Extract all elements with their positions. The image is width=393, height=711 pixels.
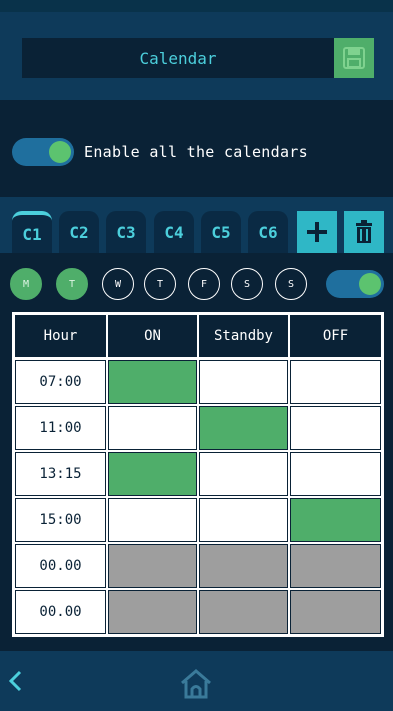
slot-off[interactable] [290,406,381,450]
slot-off[interactable] [290,544,381,588]
slot-standby[interactable] [199,498,288,542]
save-button[interactable] [334,38,374,78]
day-saturday[interactable]: S [231,268,263,300]
slot-on[interactable] [108,544,197,588]
hour-cell[interactable]: 15:00 [15,498,106,542]
status-strip [0,0,393,12]
column-header-hour: Hour [15,315,106,357]
slot-on[interactable] [108,590,197,634]
slot-off[interactable] [290,498,381,542]
trash-icon [356,220,372,243]
hour-cell[interactable]: 11:00 [15,406,106,450]
floppy-disk-icon [343,47,365,69]
day-sunday[interactable]: S [275,268,307,300]
enable-all-toggle[interactable] [12,138,74,166]
slot-standby[interactable] [199,590,288,634]
day-friday[interactable]: F [188,268,220,300]
toggle-knob [49,141,71,163]
column-header-standby: Standby [199,315,288,357]
tab-c6[interactable]: C6 [248,211,288,253]
day-wednesday[interactable]: W [102,268,134,300]
add-calendar-button[interactable] [297,211,337,253]
enable-all-row: Enable all the calendars [12,136,308,168]
column-header-off: OFF [290,315,381,357]
column-header-on: ON [108,315,197,357]
bottom-nav [0,651,393,711]
slot-on[interactable] [108,406,197,450]
day-tuesday[interactable]: T [56,268,88,300]
day-monday[interactable]: M [10,268,42,300]
hour-cell[interactable]: 00.00 [15,590,106,634]
slot-on[interactable] [108,498,197,542]
days-toggle[interactable] [326,270,384,298]
tab-c2[interactable]: C2 [59,211,99,253]
day-thursday[interactable]: T [144,268,176,300]
tab-c1[interactable]: C1 [12,211,52,253]
tab-c4[interactable]: C4 [154,211,194,253]
calendar-tabs: C1 C2 C3 C4 C5 C6 [0,197,393,253]
plus-icon [307,222,327,242]
home-button[interactable] [178,667,214,701]
home-icon [181,669,211,699]
slot-standby[interactable] [199,406,288,450]
slot-standby[interactable] [199,544,288,588]
slot-on[interactable] [108,360,197,404]
slot-off[interactable] [290,590,381,634]
slot-standby[interactable] [199,360,288,404]
tab-c5[interactable]: C5 [201,211,241,253]
back-button[interactable] [6,669,30,693]
schedule-table: Hour ON Standby OFF 07:00 11:00 13:15 15:00… [12,312,384,637]
toggle-knob [359,273,381,295]
slot-off[interactable] [290,452,381,496]
tab-c3[interactable]: C3 [106,211,146,253]
slot-on[interactable] [108,452,197,496]
delete-calendar-button[interactable] [344,211,384,253]
hour-cell[interactable]: 13:15 [15,452,106,496]
header-panel: Calendar [0,12,393,100]
hour-cell[interactable]: 07:00 [15,360,106,404]
slot-standby[interactable] [199,452,288,496]
enable-all-label: Enable all the calendars [84,143,308,161]
chevron-left-icon [8,670,22,692]
slot-off[interactable] [290,360,381,404]
hour-cell[interactable]: 00.00 [15,544,106,588]
page-title: Calendar [22,38,334,78]
